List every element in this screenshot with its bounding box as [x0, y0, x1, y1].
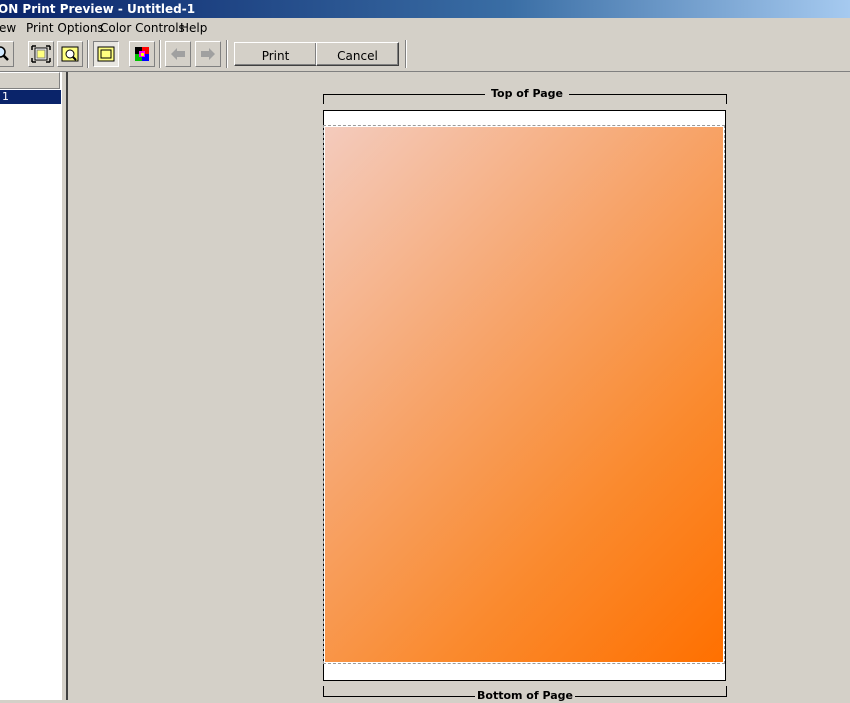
menu-print-options[interactable]: Print Options: [26, 18, 104, 38]
top-of-page-tick-right: [726, 94, 727, 104]
pages-list-header[interactable]: [0, 72, 60, 89]
top-of-page-label: Top of Page: [485, 87, 569, 101]
menu-view[interactable]: ew: [0, 18, 16, 38]
zoom-button[interactable]: [0, 41, 14, 67]
arrow-right-icon: [201, 48, 215, 60]
window-title: ON Print Preview - Untitled-1: [0, 2, 196, 16]
menu-bar: ew Print Options Color Controls Help: [0, 18, 850, 38]
bottom-of-page-tick-left: [323, 686, 324, 696]
color-controls-button[interactable]: [129, 41, 155, 67]
zoom-page-icon: [61, 46, 79, 62]
fit-page-button[interactable]: [28, 41, 54, 67]
printable-area-border: [323, 125, 725, 664]
toolbar: Print Cancel: [0, 38, 850, 72]
color-swatch-icon: [135, 47, 149, 61]
page-outline-button[interactable]: [93, 41, 119, 67]
zoom-icon: [0, 46, 9, 61]
zoom-page-button[interactable]: [57, 41, 83, 67]
bottom-of-page-label: Bottom of Page: [475, 689, 576, 703]
fit-page-icon: [31, 45, 51, 63]
previous-page-button[interactable]: [165, 41, 191, 67]
top-of-page-tick-left: [323, 94, 324, 104]
pages-list-panel: 1: [0, 72, 63, 700]
menu-color-controls[interactable]: Color Controls: [100, 18, 185, 38]
title-bar[interactable]: ON Print Preview - Untitled-1: [0, 0, 850, 18]
page-outline-icon: [97, 46, 115, 62]
print-button[interactable]: Print: [234, 42, 317, 66]
toolbar-separator: [226, 40, 228, 68]
toolbar-separator: [159, 40, 161, 68]
cancel-button[interactable]: Cancel: [316, 42, 399, 66]
menu-help[interactable]: Help: [180, 18, 207, 38]
next-page-button[interactable]: [195, 41, 221, 67]
toolbar-separator: [87, 40, 89, 68]
bottom-of-page-tick-right: [726, 686, 727, 696]
list-item[interactable]: 1: [0, 90, 61, 104]
toolbar-separator: [405, 40, 407, 68]
arrow-left-icon: [171, 48, 185, 60]
